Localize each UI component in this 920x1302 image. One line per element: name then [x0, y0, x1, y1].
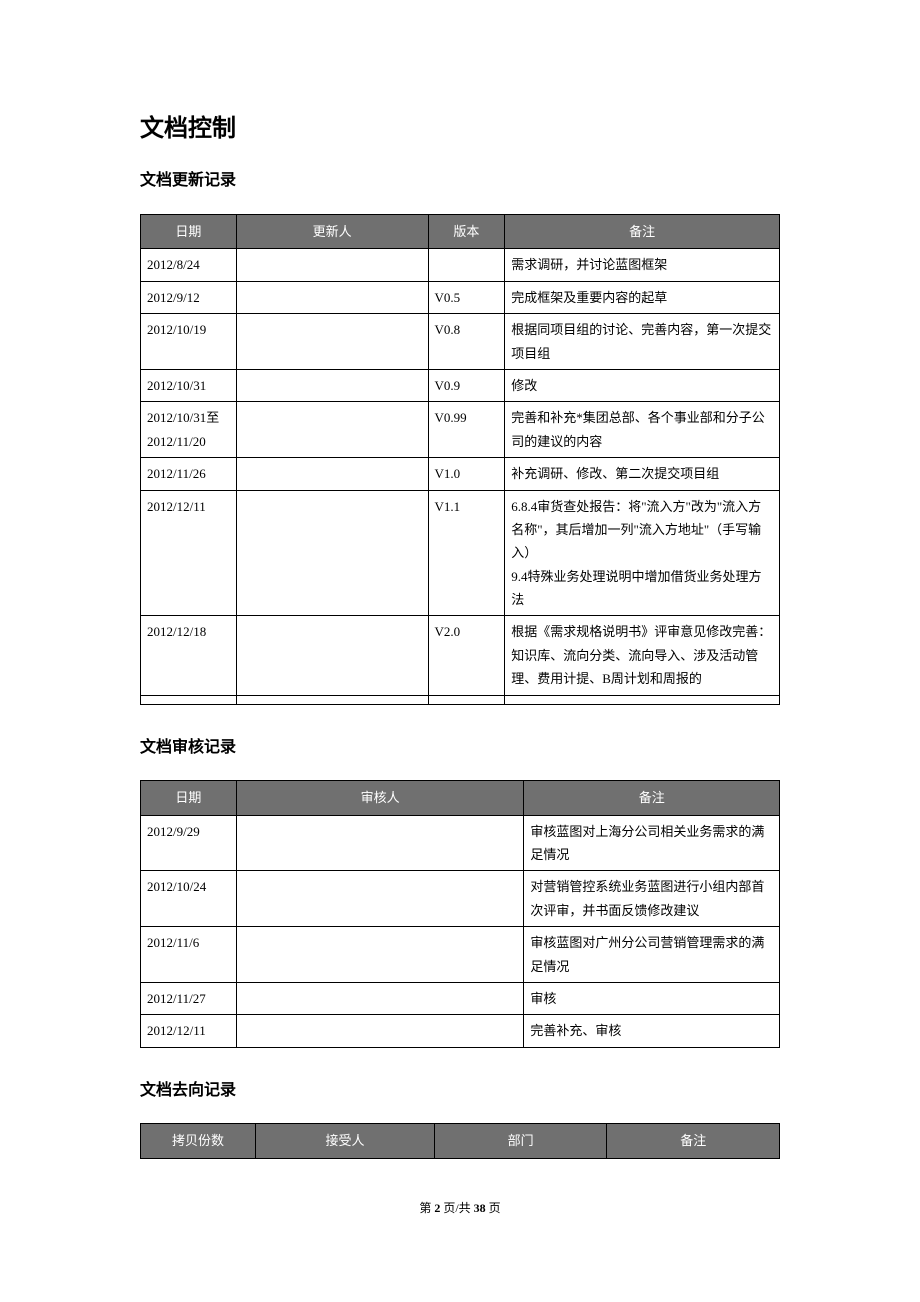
header-copies: 拷贝份数 — [141, 1124, 256, 1158]
cell-date: 2012/12/11 — [141, 490, 237, 616]
cell-date: 2012/10/19 — [141, 314, 237, 370]
header-remark: 备注 — [607, 1124, 780, 1158]
table-row: 2012/11/26 V1.0补充调研、修改、第二次提交项目组 — [141, 458, 780, 490]
cell-updater — [236, 458, 428, 490]
cell-remark: 6.8.4审货查处报告：将"流入方"改为"流入方名称"，其后增加一列"流入方地址… — [505, 490, 780, 616]
table-row: 2012/10/24 对营销管控系统业务蓝图进行小组内部首次评审，并书面反馈修改建… — [141, 871, 780, 927]
cell-date: 2012/12/18 — [141, 616, 237, 695]
cell-version: V0.8 — [428, 314, 505, 370]
table-row: 2012/12/11 V1.16.8.4审货查处报告：将"流入方"改为"流入方名称… — [141, 490, 780, 616]
cell-reviewer — [236, 1015, 524, 1047]
cell-remark: 审核蓝图对广州分公司营销管理需求的满足情况 — [524, 927, 780, 983]
cell-remark: 补充调研、修改、第二次提交项目组 — [505, 458, 780, 490]
cell-date: 2012/9/29 — [141, 815, 237, 871]
review-table: 日期 审核人 备注 2012/9/29 审核蓝图对上海分公司相关业务需求的满足情况… — [140, 780, 780, 1048]
header-receiver: 接受人 — [256, 1124, 435, 1158]
cell-updater — [236, 249, 428, 281]
footer-total-pages: 38 — [474, 1201, 486, 1215]
table-row — [141, 695, 780, 704]
distribution-table: 拷贝份数 接受人 部门 备注 — [140, 1123, 780, 1158]
cell-version: V0.5 — [428, 281, 505, 313]
section-heading-distribution: 文档去向记录 — [140, 1078, 780, 1104]
cell-updater — [236, 490, 428, 616]
cell-reviewer — [236, 815, 524, 871]
header-remark: 备注 — [505, 214, 780, 248]
page-footer: 第 2 页/共 38 页 — [140, 1199, 780, 1218]
cell-remark: 对营销管控系统业务蓝图进行小组内部首次评审，并书面反馈修改建议 — [524, 871, 780, 927]
cell-version: V1.0 — [428, 458, 505, 490]
header-dept: 部门 — [434, 1124, 607, 1158]
cell-reviewer — [236, 982, 524, 1014]
cell-date: 2012/11/6 — [141, 927, 237, 983]
table-row: 2012/8/24 需求调研，并讨论蓝图框架 — [141, 249, 780, 281]
table-row: 2012/12/11 完善补充、审核 — [141, 1015, 780, 1047]
cell-remark: 修改 — [505, 369, 780, 401]
header-reviewer: 审核人 — [236, 781, 524, 815]
cell-reviewer — [236, 871, 524, 927]
cell-date: 2012/10/24 — [141, 871, 237, 927]
section-heading-update: 文档更新记录 — [140, 168, 780, 194]
table-row: 2012/10/19 V0.8根据同项目组的讨论、完善内容，第一次提交项目组 — [141, 314, 780, 370]
header-remark: 备注 — [524, 781, 780, 815]
cell-remark: 完成框架及重要内容的起草 — [505, 281, 780, 313]
cell-date: 2012/11/27 — [141, 982, 237, 1014]
cell-version: V1.1 — [428, 490, 505, 616]
header-date: 日期 — [141, 781, 237, 815]
table-row: 2012/10/31至2012/11/20 V0.99完善和补充*集团总部、各个事… — [141, 402, 780, 458]
update-table: 日期 更新人 版本 备注 2012/8/24需求调研，并讨论蓝图框架2012/9… — [140, 214, 780, 705]
cell-remark: 需求调研，并讨论蓝图框架 — [505, 249, 780, 281]
cell-date — [141, 695, 237, 704]
cell-date: 2012/12/11 — [141, 1015, 237, 1047]
cell-date: 2012/9/12 — [141, 281, 237, 313]
section-heading-review: 文档审核记录 — [140, 735, 780, 761]
table-row: 2012/11/27 审核 — [141, 982, 780, 1014]
cell-date: 2012/11/26 — [141, 458, 237, 490]
cell-remark — [505, 695, 780, 704]
cell-updater — [236, 281, 428, 313]
cell-remark: 完善和补充*集团总部、各个事业部和分子公司的建议的内容 — [505, 402, 780, 458]
cell-updater — [236, 314, 428, 370]
header-updater: 更新人 — [236, 214, 428, 248]
cell-date: 2012/10/31至2012/11/20 — [141, 402, 237, 458]
cell-updater — [236, 616, 428, 695]
header-version: 版本 — [428, 214, 505, 248]
cell-remark: 根据同项目组的讨论、完善内容，第一次提交项目组 — [505, 314, 780, 370]
cell-version: V0.9 — [428, 369, 505, 401]
cell-remark: 审核 — [524, 982, 780, 1014]
footer-suffix: 页 — [486, 1201, 501, 1215]
cell-version — [428, 249, 505, 281]
cell-version: V2.0 — [428, 616, 505, 695]
page-title: 文档控制 — [140, 110, 780, 148]
footer-middle: 页/共 — [440, 1201, 473, 1215]
cell-remark: 审核蓝图对上海分公司相关业务需求的满足情况 — [524, 815, 780, 871]
header-date: 日期 — [141, 214, 237, 248]
table-row: 2012/11/6 审核蓝图对广州分公司营销管理需求的满足情况 — [141, 927, 780, 983]
cell-date: 2012/8/24 — [141, 249, 237, 281]
cell-remark: 完善补充、审核 — [524, 1015, 780, 1047]
cell-remark: 根据《需求规格说明书》评审意见修改完善：知识库、流向分类、流向导入、涉及活动管理… — [505, 616, 780, 695]
cell-reviewer — [236, 927, 524, 983]
cell-date: 2012/10/31 — [141, 369, 237, 401]
table-row: 2012/12/18 V2.0根据《需求规格说明书》评审意见修改完善：知识库、流向… — [141, 616, 780, 695]
cell-updater — [236, 695, 428, 704]
table-header-row: 日期 更新人 版本 备注 — [141, 214, 780, 248]
table-header-row: 日期 审核人 备注 — [141, 781, 780, 815]
table-header-row: 拷贝份数 接受人 部门 备注 — [141, 1124, 780, 1158]
cell-version — [428, 695, 505, 704]
cell-updater — [236, 402, 428, 458]
footer-prefix: 第 — [419, 1201, 434, 1215]
table-row: 2012/9/29 审核蓝图对上海分公司相关业务需求的满足情况 — [141, 815, 780, 871]
cell-version: V0.99 — [428, 402, 505, 458]
table-row: 2012/9/12 V0.5完成框架及重要内容的起草 — [141, 281, 780, 313]
table-row: 2012/10/31 V0.9修改 — [141, 369, 780, 401]
cell-updater — [236, 369, 428, 401]
